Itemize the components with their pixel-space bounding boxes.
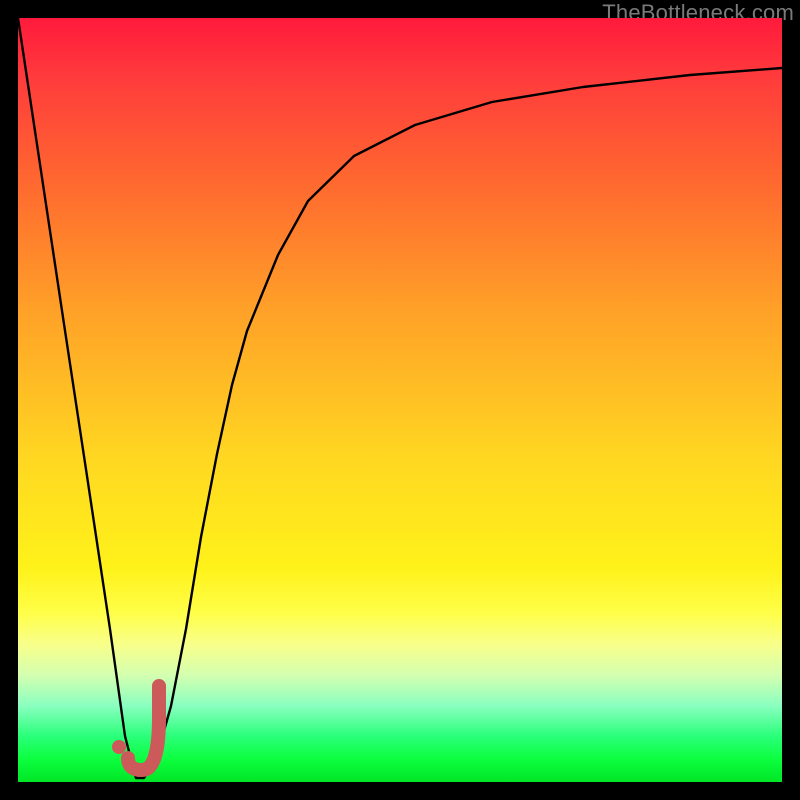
plot-area [18,18,782,782]
chart-svg [18,18,782,782]
dot-marker [112,740,126,754]
outer-frame: TheBottleneck.com [0,0,800,800]
hook-marker [128,686,159,770]
bottleneck-curve [18,18,782,778]
